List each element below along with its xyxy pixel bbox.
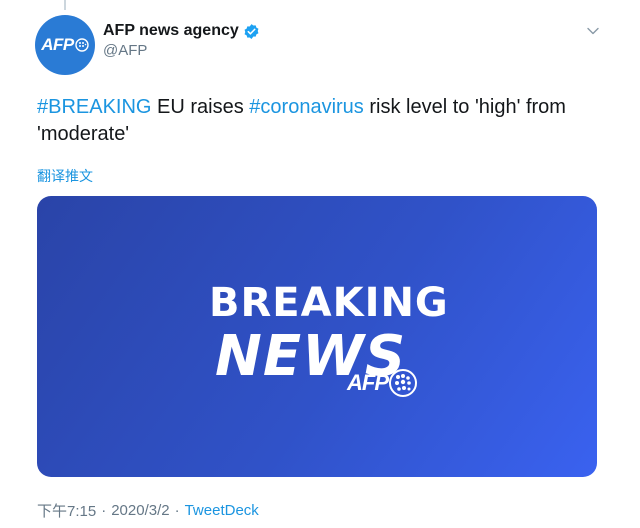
chevron-down-icon[interactable] <box>586 26 600 36</box>
author-name-row[interactable]: AFP news agency <box>103 22 260 40</box>
globe-icon <box>75 38 89 52</box>
media-headline-line1: BREAKING <box>209 280 449 326</box>
tweet-text: #BREAKING EU raises #coronavirus risk le… <box>37 94 597 148</box>
media-afp-logo-text: AFP <box>347 370 389 395</box>
separator-dot: · <box>101 502 107 519</box>
tweet-time[interactable]: 下午7:15 <box>37 500 96 521</box>
avatar-logo: AFP <box>41 35 89 55</box>
tweet-media-image[interactable]: BREAKING NEWS AFP <box>37 196 597 477</box>
user-handle[interactable]: @AFP <box>103 42 147 59</box>
globe-icon <box>389 369 417 397</box>
tweet-date[interactable]: 2020/3/2 <box>111 502 169 519</box>
display-name[interactable]: AFP news agency <box>103 22 239 40</box>
hashtag-coronavirus[interactable]: #coronavirus <box>249 96 364 118</box>
verified-badge-icon <box>243 23 260 40</box>
breaking-news-graphic: BREAKING NEWS AFP <box>37 196 597 477</box>
hashtag-breaking[interactable]: #BREAKING <box>37 96 151 118</box>
translate-tweet-link[interactable]: 翻译推文 <box>37 166 93 186</box>
media-afp-logo: AFP <box>347 368 418 398</box>
tweet-metadata: 下午7:15 · 2020/3/2 · TweetDeck <box>37 500 259 521</box>
tweet-source-link[interactable]: TweetDeck <box>185 502 259 519</box>
thread-connector <box>64 0 66 10</box>
avatar-logo-text: AFP <box>41 35 74 54</box>
avatar[interactable]: AFP <box>35 15 95 75</box>
tweet-text-segment: EU raises <box>151 96 250 118</box>
separator-dot: · <box>174 502 180 519</box>
